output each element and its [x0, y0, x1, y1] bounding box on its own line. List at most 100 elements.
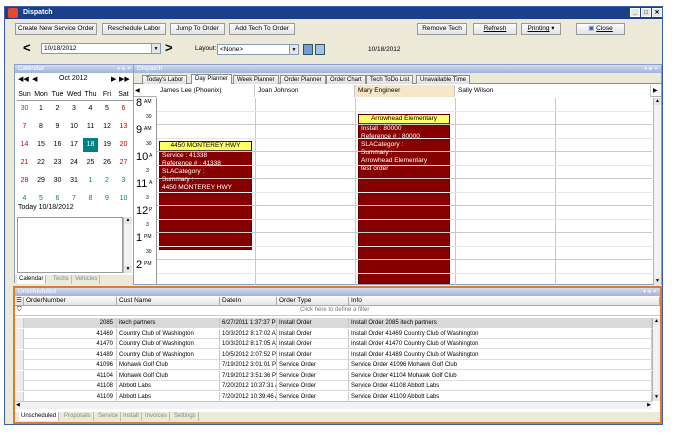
tab-order-planner[interactable]: Order Planner: [280, 75, 326, 84]
scroll-up-icon[interactable]: ▲: [653, 318, 660, 325]
calendar-day[interactable]: 9: [100, 192, 115, 206]
calendar-day[interactable]: 8: [83, 192, 98, 206]
next-year-icon[interactable]: ▶▶: [119, 75, 130, 83]
calendar-day[interactable]: 26: [100, 156, 115, 170]
tab-todays-labor[interactable]: Today's Labor: [142, 75, 188, 84]
maximize-icon[interactable]: □: [641, 8, 651, 17]
calendar-day[interactable]: 12: [100, 120, 115, 134]
calendar-scrollbar[interactable]: ▲ ▼: [123, 217, 132, 273]
create-service-order-button[interactable]: Create New Service Order: [15, 23, 97, 35]
close-button[interactable]: ▣ Close: [576, 23, 625, 35]
calendar-day[interactable]: 10: [67, 120, 82, 134]
calendar-day[interactable]: 25: [83, 156, 98, 170]
panel-pin-icon[interactable]: ▾ ⊕ ✕: [644, 65, 658, 73]
tab-settings[interactable]: Settings: [172, 412, 199, 421]
calendar-day[interactable]: 22: [34, 156, 49, 170]
panel-pin-icon[interactable]: ▾ ⊕ ✕: [643, 288, 657, 296]
calendar-day[interactable]: 1: [34, 102, 49, 116]
unscheduled-hscrollbar[interactable]: ◀ ▶: [15, 401, 652, 409]
row-selector[interactable]: [15, 339, 24, 349]
tab-unscheduled[interactable]: Unscheduled: [19, 412, 60, 421]
calendar-day[interactable]: 6: [116, 102, 131, 116]
column-header-info[interactable]: Info: [349, 297, 660, 306]
printing-dropdown[interactable]: Printing ▾: [521, 23, 561, 35]
scroll-up-icon[interactable]: ▲: [124, 217, 132, 224]
minimize-icon[interactable]: _: [630, 8, 640, 17]
column-header-date-in[interactable]: DateIn: [220, 297, 277, 306]
row-selector[interactable]: [15, 318, 24, 328]
calendar-day[interactable]: 23: [50, 156, 65, 170]
tab-techs[interactable]: Techs: [51, 275, 72, 284]
scroll-down-icon[interactable]: ▼: [124, 266, 132, 273]
unscheduled-scrollbar[interactable]: ▲ ▼: [652, 318, 660, 401]
table-row[interactable]: 41096 Mohawk Golf Club 7/19/2012 3:01:01 P…: [15, 360, 652, 370]
row-selector[interactable]: [15, 370, 24, 381]
prev-year-icon[interactable]: ◀◀: [18, 75, 29, 83]
jump-to-order-button[interactable]: Jump To Order: [170, 23, 225, 35]
table-row[interactable]: 41469 Country Club of Washington 10/3/2012…: [15, 328, 652, 339]
dispatch-scrollbar[interactable]: ▲ ▼: [653, 98, 661, 285]
filter-row[interactable]: ⛉ Click here to define a filter: [15, 306, 660, 316]
calendar-day[interactable]: 7: [17, 120, 32, 134]
scroll-up-icon[interactable]: ▲: [654, 98, 661, 105]
close-icon[interactable]: ✕: [652, 8, 662, 17]
calendar-day[interactable]: 15: [34, 138, 49, 152]
calendar-day[interactable]: 24: [67, 156, 82, 170]
tab-calendar[interactable]: Calendar: [17, 275, 47, 284]
calendar-day[interactable]: 8: [34, 120, 49, 134]
scroll-left-icon[interactable]: ◀: [16, 402, 20, 408]
tab-week-planner[interactable]: Week Planner: [233, 75, 279, 84]
tab-day-planner[interactable]: Day Planner: [191, 74, 233, 84]
tech-column-header[interactable]: Joan Johnson: [255, 85, 355, 97]
tab-proposals[interactable]: Proposals: [62, 412, 94, 421]
tab-service[interactable]: Service: [96, 412, 122, 421]
panel-pin-icon[interactable]: ▾ ⊕ ✕: [117, 65, 131, 73]
layout-select[interactable]: <None> ▼: [217, 44, 299, 55]
table-row[interactable]: 41109Abbott Labs7/20/2012 10:39:46 AMSer…: [15, 391, 652, 402]
tech-column-header[interactable]: Sally Wilson: [455, 85, 651, 97]
calendar-day[interactable]: 28: [17, 174, 32, 188]
tab-install[interactable]: Install: [121, 412, 142, 421]
calendar-day[interactable]: 21: [17, 156, 32, 170]
tab-vehicles[interactable]: Vehicles: [73, 275, 101, 284]
calendar-day[interactable]: 5: [100, 102, 115, 116]
layout-edit-icon[interactable]: [315, 44, 325, 55]
calendar-day[interactable]: 13: [116, 120, 131, 134]
calendar-day[interactable]: 31: [67, 174, 82, 188]
calendar-day[interactable]: 19: [100, 138, 115, 152]
table-row[interactable]: 41104 Mohawk Golf Club 7/19/2012 3:51:36 P…: [15, 370, 652, 381]
chevron-down-icon[interactable]: ▼: [151, 44, 160, 53]
calendar-day[interactable]: 29: [34, 174, 49, 188]
row-selector[interactable]: [15, 381, 24, 391]
day-planner-grid[interactable]: 4450 MONTEREY HWY Service : 41338 Refere…: [134, 98, 652, 285]
scroll-right-icon[interactable]: ▶: [647, 402, 651, 408]
remove-tech-button[interactable]: Remove Tech: [417, 23, 467, 35]
tech-column-header[interactable]: James Lee (Phoenix): [157, 85, 255, 97]
layout-save-icon[interactable]: [303, 44, 313, 55]
table-row[interactable]: 2085 itech partners 6/27/2011 1:37:37 PM In…: [15, 318, 652, 328]
calendar-day[interactable]: 4: [83, 102, 98, 116]
calendar-day[interactable]: 16: [50, 138, 65, 152]
date-picker[interactable]: 10/18/2012 ▼: [41, 43, 161, 54]
column-header-cust-name[interactable]: Cust Name: [117, 297, 220, 306]
add-tech-to-order-button[interactable]: Add Tech To Order: [229, 23, 295, 35]
calendar-day[interactable]: 3: [116, 174, 131, 188]
table-row[interactable]: 41489 Country Club of Washington 10/5/2012…: [15, 349, 652, 360]
calendar-day[interactable]: 18: [83, 138, 98, 152]
row-selector[interactable]: [15, 360, 24, 370]
row-selector[interactable]: [15, 349, 24, 360]
chevron-down-icon[interactable]: ▼: [289, 45, 298, 54]
calendar-day[interactable]: 30: [17, 102, 32, 116]
calendar-day[interactable]: 2: [100, 174, 115, 188]
column-chooser-icon[interactable]: ☰: [15, 297, 24, 306]
calendar-day[interactable]: 9: [50, 120, 65, 134]
calendar-day[interactable]: 11: [83, 120, 98, 134]
next-date-arrow-icon[interactable]: >: [165, 41, 173, 54]
scroll-down-icon[interactable]: ▼: [654, 278, 661, 285]
column-header-order-type[interactable]: Order Type: [277, 297, 349, 306]
table-row[interactable]: 41108Abbott Labs7/20/2012 10:37:31 AMSer…: [15, 381, 652, 391]
scroll-right-icon[interactable]: ▶: [653, 87, 658, 94]
refresh-button[interactable]: Refresh: [473, 23, 517, 35]
row-selector[interactable]: [15, 391, 24, 402]
scroll-down-icon[interactable]: ▼: [653, 394, 660, 401]
